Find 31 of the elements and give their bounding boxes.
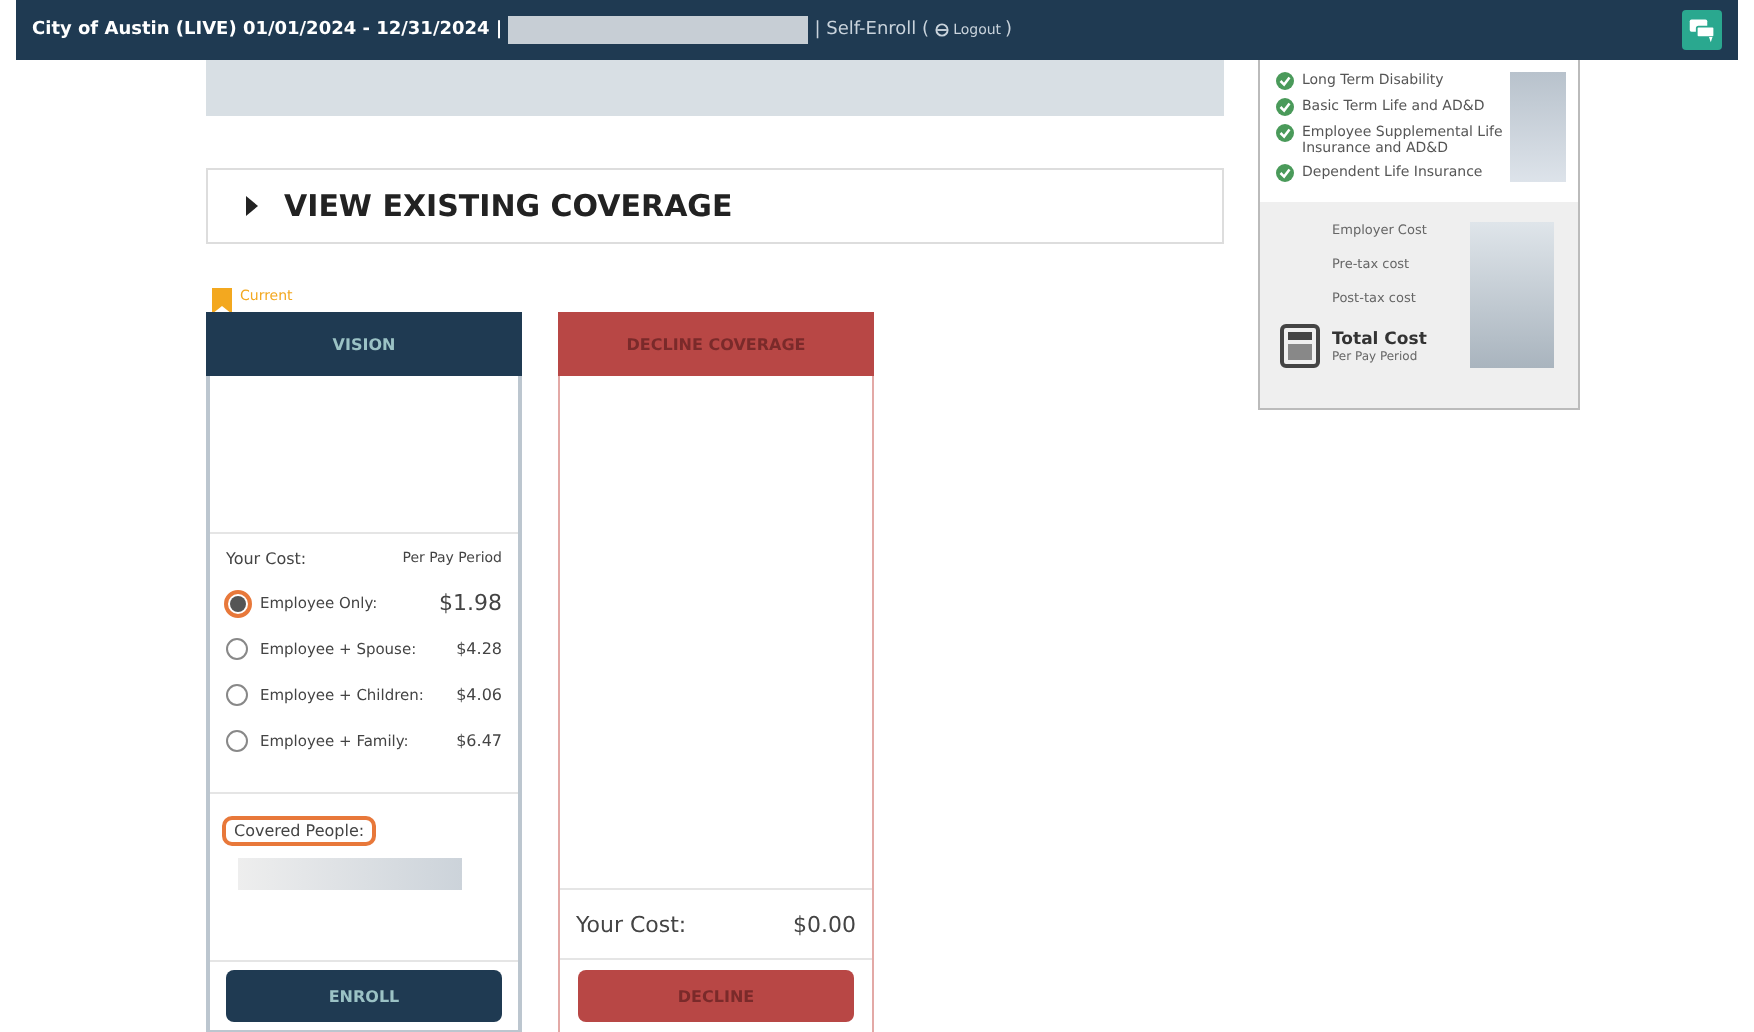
enroll-button[interactable]: ENROLL (226, 970, 502, 1022)
plan-title: VISION (206, 312, 522, 376)
option-price: $4.28 (456, 640, 502, 658)
covered-people-label: Covered People: (222, 816, 377, 846)
option-price: $4.06 (456, 686, 502, 704)
view-existing-coverage-toggle[interactable]: VIEW EXISTING COVERAGE (206, 168, 1224, 244)
check-icon (1276, 98, 1294, 116)
redacted-values (1510, 72, 1566, 182)
cost-label: Your Cost: (226, 550, 307, 568)
bookmark-icon (212, 288, 232, 314)
option-price: $1.98 (439, 590, 502, 616)
cost-label: Your Cost: (576, 911, 687, 937)
option-price: $6.47 (456, 732, 502, 750)
chat-icon (1688, 16, 1716, 44)
total-cost-label: Total Cost (1332, 329, 1427, 349)
radio-button[interactable] (226, 730, 248, 752)
chat-button[interactable] (1682, 10, 1722, 50)
caret-icon (244, 196, 260, 216)
cost-value: $0.00 (793, 911, 856, 937)
enroll-mode-label: | Self-Enroll ( (814, 20, 930, 40)
logout-icon (933, 22, 950, 38)
radio-button[interactable] (226, 638, 248, 660)
check-icon (1276, 164, 1294, 182)
radio-button[interactable] (226, 684, 248, 706)
check-icon (1276, 72, 1294, 90)
radio-button[interactable] (224, 589, 252, 617)
plan-title: DECLINE COVERAGE (558, 312, 874, 376)
calculator-icon (1280, 324, 1320, 368)
check-icon (1276, 124, 1294, 142)
paren-text: ) (1005, 20, 1013, 40)
plan-year-title: City of Austin (LIVE) 01/01/2024 - 12/31/2024 | (32, 20, 503, 40)
